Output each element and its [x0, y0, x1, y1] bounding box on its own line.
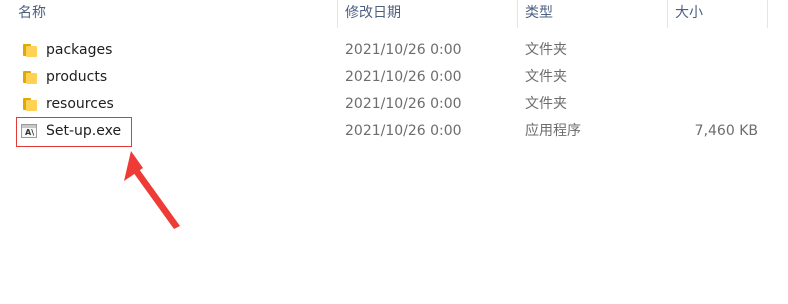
file-explorer-view: 名称 ^ 修改日期 类型 大小 packages 2021/10/26 0:00… [0, 0, 788, 304]
arrow-shaft [133, 169, 180, 229]
pointer-arrow-icon [124, 151, 180, 229]
